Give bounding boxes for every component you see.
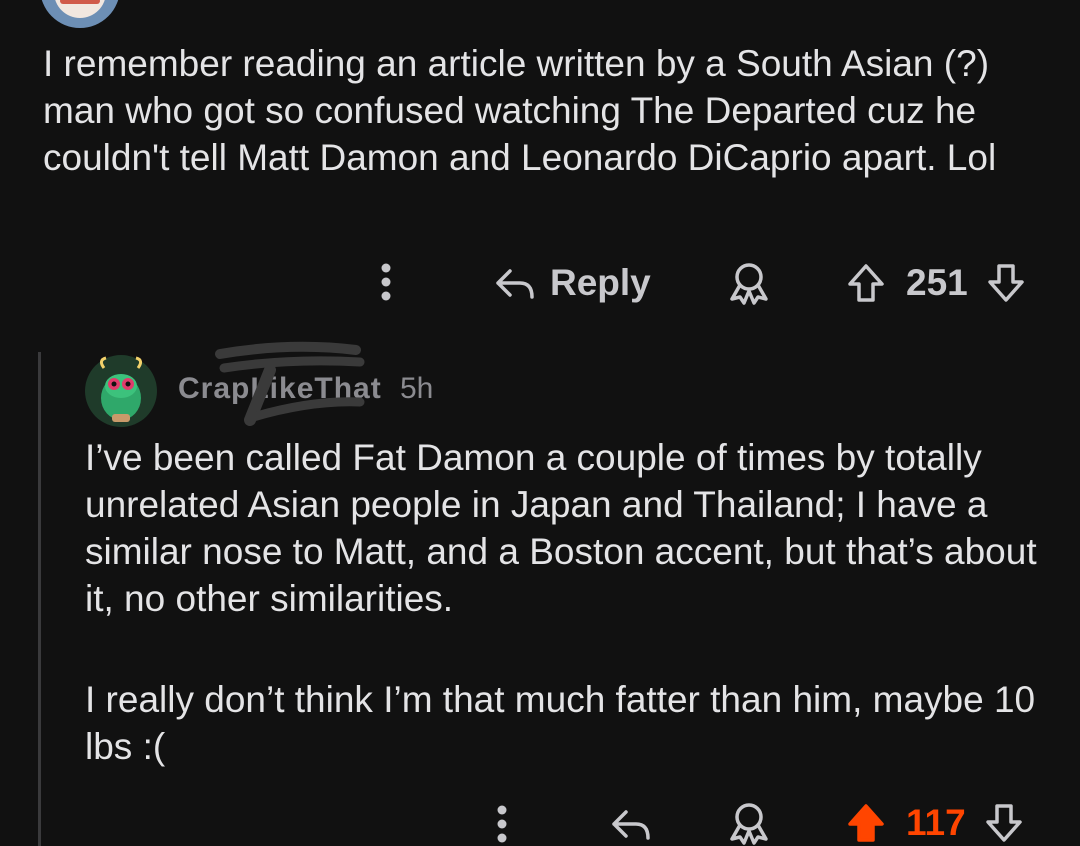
award-icon [726, 261, 772, 305]
reply-label: Reply [550, 262, 651, 303]
parent-comment-body: I remember reading an article written by… [43, 43, 997, 178]
more-options-icon [496, 804, 508, 844]
upvote-arrow-filled-icon[interactable] [846, 802, 886, 844]
reply-to-reply-button[interactable] [610, 804, 652, 844]
parent-user-avatar[interactable] [40, 0, 120, 28]
reply-user-avatar[interactable] [84, 354, 158, 428]
reply-timestamp: 5h [400, 372, 434, 405]
redaction-scribble [215, 341, 365, 426]
thread-line[interactable] [38, 352, 41, 846]
reply-vote-controls: 117 [846, 800, 1024, 846]
reply-arrow-icon [610, 806, 652, 842]
reply-comment-paragraph-1: I’ve been called Fat Damon a couple of t… [85, 437, 1037, 619]
reply-more-options[interactable] [496, 802, 508, 846]
reply-button[interactable]: Reply [494, 256, 651, 310]
vote-controls: 251 [846, 258, 1026, 308]
more-options-icon[interactable] [376, 262, 396, 302]
vote-count: 251 [906, 262, 968, 303]
award-button[interactable] [726, 260, 772, 306]
parent-comment-actions [376, 258, 396, 306]
reply-award-button[interactable] [726, 800, 772, 846]
downvote-arrow-icon[interactable] [986, 262, 1026, 304]
downvote-arrow-icon[interactable] [984, 802, 1024, 844]
award-icon [726, 801, 772, 845]
upvote-arrow-icon[interactable] [846, 262, 886, 304]
comment-thread: I remember reading an article written by… [0, 0, 1080, 846]
reply-vote-count: 117 [906, 802, 966, 843]
reply-comment-paragraph-2: I really don’t think I’m that much fatte… [85, 679, 1036, 767]
reply-arrow-icon [494, 265, 536, 301]
avatar-detail [60, 0, 100, 4]
